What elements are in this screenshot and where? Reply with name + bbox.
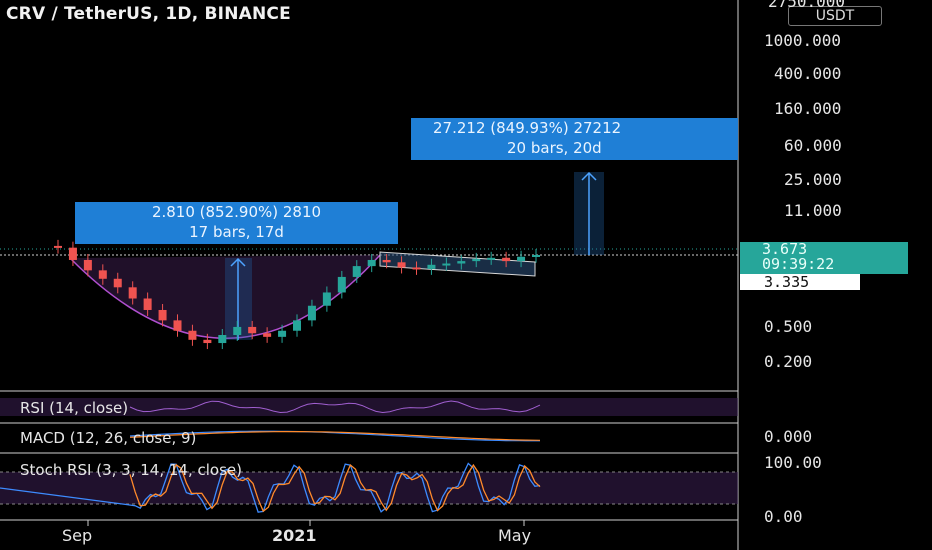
candle-body [397, 262, 406, 268]
price-tick: 160.000 [774, 99, 842, 118]
candle-body [472, 258, 481, 262]
candle-body [442, 263, 451, 266]
candle-body [158, 309, 167, 321]
macd-axis-tick: 0.000 [764, 427, 813, 446]
price-tick: 1000.000 [764, 31, 842, 50]
candle-body [263, 333, 272, 337]
price-tick: 60.000 [784, 136, 842, 155]
candle-body [367, 259, 376, 267]
measure-label-1-line1: 2.810 (852.90%) 2810 [151, 203, 322, 221]
candle-body [532, 255, 540, 257]
candle-body [54, 245, 62, 248]
previous-close-tag: 3.335 [740, 274, 860, 290]
candle-body [98, 270, 107, 279]
candle-body [457, 261, 466, 264]
candle-body [173, 320, 182, 331]
measure-label-2-line2: 20 bars, 20d [507, 139, 602, 157]
candle-body [218, 334, 227, 344]
candle-body [293, 320, 301, 331]
candle-body [68, 247, 77, 260]
price-tick: 11.000 [784, 201, 842, 220]
measure-label-1-line2: 17 bars, 17d [189, 223, 284, 241]
price-tick: 2750.000 [768, 0, 846, 11]
candle-body [502, 257, 511, 262]
candle-body [188, 330, 197, 340]
candle-body [233, 326, 242, 335]
measure-label-2-line1: 27.212 (849.93%) 27212 [433, 119, 622, 137]
candle-body [517, 256, 526, 262]
time-tick-label: Sep [62, 526, 93, 545]
candle-body [427, 264, 436, 269]
time-tick-label: 2021 [272, 526, 317, 545]
current-price-tag: 3.673 09:39:22 [740, 242, 908, 274]
stoch-rsi-label[interactable]: Stoch RSI (3, 3, 14, 14, close) [20, 461, 242, 479]
candle-body [113, 278, 122, 288]
bar-countdown: 09:39:22 [762, 255, 835, 273]
candle-body [203, 339, 212, 344]
rsi-label[interactable]: RSI (14, close) [20, 399, 128, 417]
measure-label-1[interactable]: 2.810 (852.90%) 2810 17 bars, 17d [75, 202, 398, 244]
candle-body [128, 287, 137, 299]
measure-label-2[interactable]: 27.212 (849.93%) 27212 20 bars, 20d [411, 118, 738, 160]
stoch-axis-tick: 100.00 [764, 453, 822, 472]
candle-body [352, 266, 361, 277]
candle-body [412, 267, 421, 270]
candle-body [322, 292, 331, 306]
candle-body [382, 259, 391, 263]
time-tick-label: May [498, 526, 532, 545]
candle-body [278, 330, 287, 337]
candle-body [337, 276, 346, 293]
chart-title: CRV / TetherUS, 1D, BINANCE [6, 4, 291, 24]
price-tick: 0.200 [764, 352, 813, 371]
candle-body [143, 298, 152, 310]
price-tick: 0.500 [764, 317, 813, 336]
candle-body [248, 326, 257, 334]
stoch-axis-tick: 0.00 [764, 507, 803, 526]
previous-close-value: 3.335 [764, 273, 810, 291]
candle-body [83, 259, 92, 271]
price-tick: 25.000 [784, 170, 842, 189]
candle-body [487, 257, 496, 260]
macd-label[interactable]: MACD (12, 26, close, 9) [20, 429, 196, 447]
price-tick: 400.000 [774, 64, 842, 83]
candle-body [307, 305, 316, 321]
